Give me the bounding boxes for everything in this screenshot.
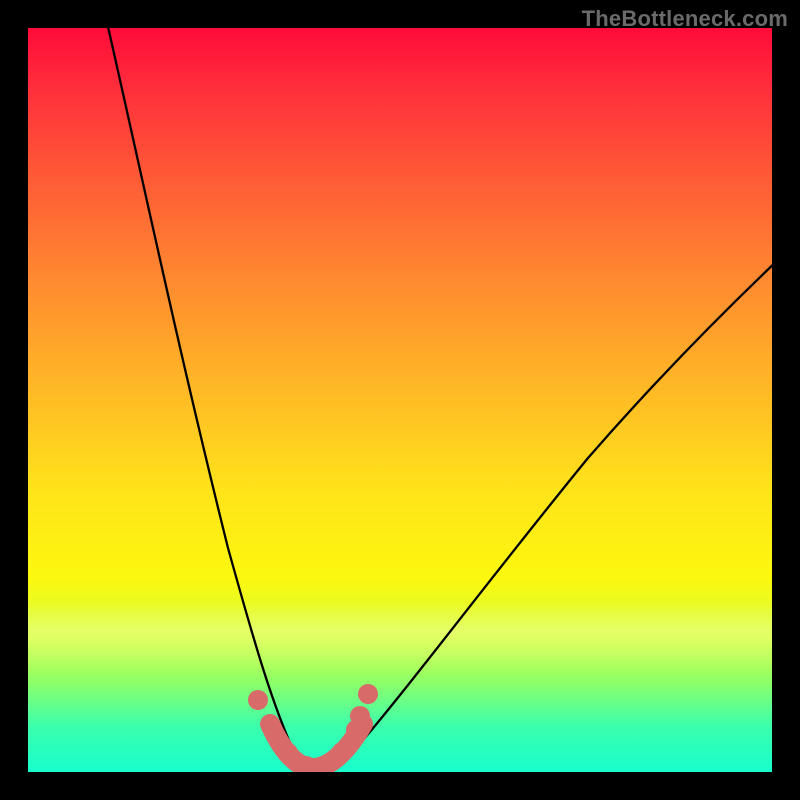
marker-dot [350,706,370,726]
marker-dot [278,743,298,763]
marker-dot [262,718,282,738]
chart-svg [28,28,772,772]
marker-dot [332,742,352,762]
chart-plot-area [28,28,772,772]
curve-left-branch [106,28,313,770]
watermark-text: TheBottleneck.com [582,6,788,32]
marker-dot [358,684,378,704]
curve-right-branch [313,258,772,770]
marker-dot [248,690,268,710]
